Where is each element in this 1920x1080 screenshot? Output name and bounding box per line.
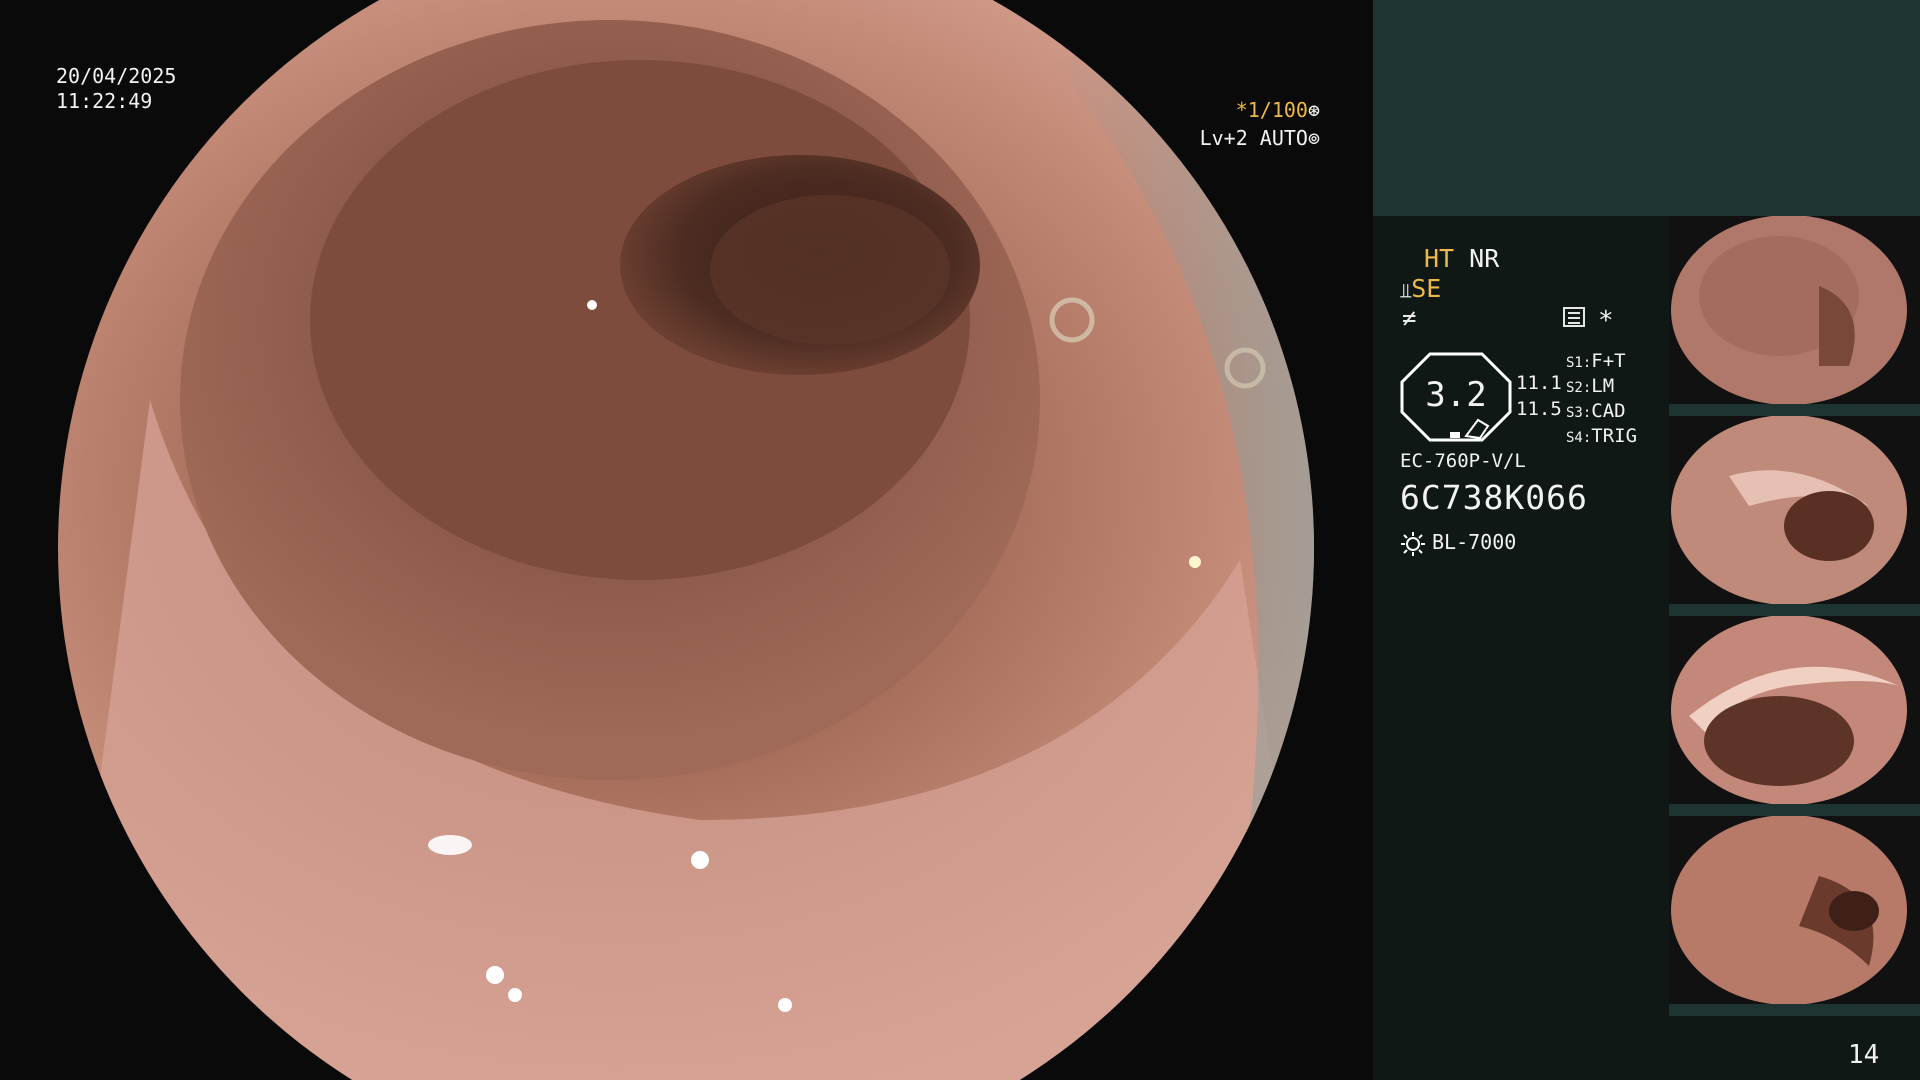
- ht-label: HT: [1424, 244, 1455, 273]
- scope-serial: 6C738K066: [1400, 478, 1588, 517]
- iris-text: Lv+2 AUTO: [1199, 126, 1308, 150]
- thumbnail-1-bar: [1669, 404, 1920, 416]
- switch-value: F+T: [1591, 350, 1626, 372]
- switch-key: S3:: [1566, 405, 1592, 421]
- structure-icon: ≠: [1402, 304, 1417, 332]
- switch-key: S2:: [1566, 380, 1592, 396]
- light-source: BL-7000: [1400, 530, 1516, 557]
- iris-icon: ⊚: [1307, 126, 1320, 150]
- menu-icon: [1563, 307, 1585, 327]
- page-number: 14: [1848, 1040, 1880, 1070]
- value-top: 11.1: [1516, 372, 1562, 394]
- octagon-value: 3.2: [1425, 375, 1487, 415]
- switch-key: S1:: [1566, 355, 1592, 371]
- thumbnail-2-bar: [1669, 604, 1920, 616]
- date-text: 20/04/2025: [56, 64, 177, 88]
- switch-s3: S3:CAD: [1566, 400, 1626, 422]
- thumbnail-4[interactable]: [1669, 816, 1920, 1004]
- nr-label: NR: [1469, 244, 1500, 273]
- switch-s4: S4:TRIG: [1566, 425, 1637, 447]
- enhancement-mode: HT NR: [1424, 244, 1499, 273]
- time-text: 11:22:49: [56, 89, 153, 113]
- thumbnail-4-bar: [1669, 1004, 1920, 1016]
- scope-tip-icon: ⫫: [1400, 278, 1412, 302]
- value-bottom: 11.5: [1516, 398, 1562, 420]
- iris-indicator: Lv+2 AUTO⊚: [1150, 126, 1320, 150]
- switch-value: CAD: [1591, 400, 1626, 422]
- date-time-overlay: 20/04/2025 11:22:49: [56, 64, 176, 114]
- side-panel-header: [1373, 0, 1920, 216]
- se-label: SE: [1411, 274, 1442, 303]
- se-mode: ⫫SE: [1400, 274, 1441, 303]
- endoscope-view: [0, 0, 1372, 1080]
- switch-s2: S2:LM: [1566, 375, 1614, 397]
- thumbnail-3[interactable]: [1669, 616, 1920, 804]
- endoscope-image: [58, 0, 1314, 1080]
- thumbnail-2[interactable]: [1669, 416, 1920, 604]
- thumbnail-1[interactable]: [1669, 216, 1920, 404]
- shutter-text: *1/100: [1235, 98, 1308, 122]
- asterisk-icon: *: [1598, 306, 1614, 336]
- switch-value: LM: [1591, 375, 1615, 397]
- light-source-text: BL-7000: [1432, 530, 1517, 554]
- switch-s1: S1:F+T: [1566, 350, 1626, 372]
- switch-key: S4:: [1566, 430, 1592, 446]
- light-icon: [1401, 531, 1425, 556]
- shutter-indicator: *1/100⊛: [1180, 98, 1320, 122]
- switch-value: TRIG: [1591, 425, 1638, 447]
- aperture-icon: ⊛: [1307, 98, 1320, 122]
- scope-model: EC-760P-V/L: [1400, 450, 1526, 472]
- thumbnail-3-bar: [1669, 804, 1920, 816]
